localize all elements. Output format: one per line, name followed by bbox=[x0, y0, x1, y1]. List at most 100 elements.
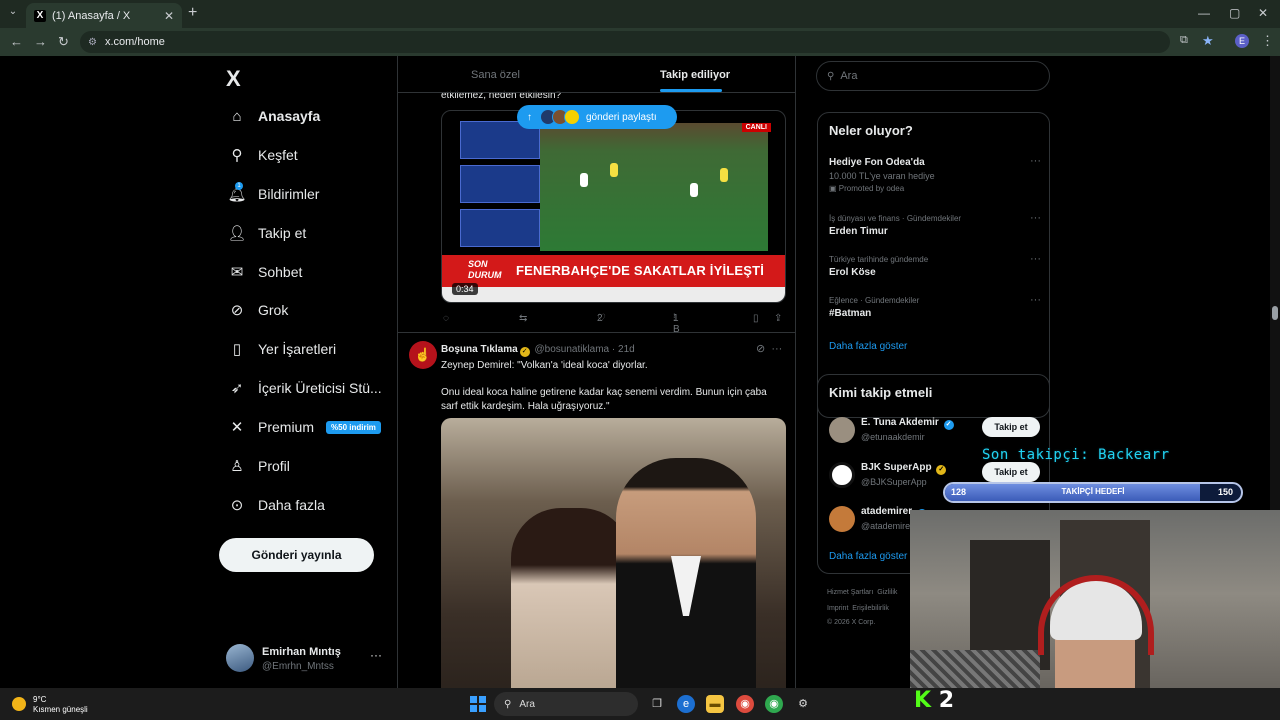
new-posts-pill[interactable]: ↑ gönderi paylaştı bbox=[517, 105, 677, 129]
add-user-icon: 👤︎ bbox=[227, 225, 247, 242]
nav-creator-studio[interactable]: ➶ İçerik Üreticisi Stü... bbox=[228, 375, 382, 401]
trend-item[interactable]: Hediye Fon Odea'da 10.000 TL'ye varan he… bbox=[829, 155, 1041, 193]
nav-follow[interactable]: 👤︎ Takip et bbox=[227, 220, 306, 246]
premium-discount-badge: %50 indirim bbox=[326, 420, 381, 434]
trend-item[interactable]: İş dünyası ve finans · Gündemdekiler Erd… bbox=[829, 212, 1041, 237]
cast-icon[interactable]: ⧉ bbox=[1180, 34, 1188, 47]
bookmark-icon[interactable]: ▯ bbox=[753, 313, 759, 324]
suggested-user[interactable]: E. Tuna Akdemir ✓ @etunaakdemir Takip et bbox=[829, 415, 1041, 445]
chrome-icon[interactable]: ◉ bbox=[736, 695, 754, 713]
account-switcher[interactable]: Emirhan Mıntış @Emrhn_Mntss ··· bbox=[226, 644, 386, 676]
nav-profile[interactable]: ♙ Profil bbox=[228, 453, 290, 479]
show-more-link[interactable]: Daha fazla göster bbox=[829, 551, 907, 562]
nav-more[interactable]: ⊙ Daha fazla bbox=[228, 492, 325, 518]
tab-following[interactable]: Takip ediliyor bbox=[660, 69, 730, 81]
browser-menu-icon[interactable]: ⋮ bbox=[1261, 33, 1274, 49]
tweet-time[interactable]: 21d bbox=[618, 344, 635, 355]
footer-link[interactable]: Imprint bbox=[827, 605, 848, 612]
file-explorer-icon[interactable]: ▬ bbox=[706, 695, 724, 713]
follow-button[interactable]: Takip et bbox=[982, 462, 1040, 482]
close-tab-icon[interactable]: ✕ bbox=[164, 9, 174, 23]
trend-item[interactable]: Türkiye tarihinde gündemde Erol Köse ··· bbox=[829, 253, 1041, 278]
promoted-label: ▣ Promoted by odea bbox=[829, 184, 905, 193]
tab-for-you[interactable]: Sana özel bbox=[471, 69, 520, 81]
grok-icon[interactable]: ⊘ bbox=[756, 343, 765, 355]
site-info-icon[interactable]: ⚙ bbox=[88, 37, 97, 48]
avatar[interactable]: ☝ bbox=[409, 341, 437, 369]
close-window-icon[interactable]: ✕ bbox=[1258, 6, 1268, 20]
retweet-icon[interactable]: ⇆ bbox=[519, 313, 527, 324]
nav-premium[interactable]: ✕ Premium %50 indirim bbox=[228, 414, 381, 440]
live-badge: CANLI bbox=[741, 123, 771, 132]
minimize-icon[interactable]: — bbox=[1198, 6, 1210, 20]
nav-label: Profil bbox=[258, 458, 290, 474]
more-icon[interactable]: ··· bbox=[1030, 294, 1041, 306]
timeline-tabs: Sana özel Takip ediliyor bbox=[398, 56, 795, 93]
address-bar[interactable]: ⚙ x.com/home bbox=[80, 31, 1170, 53]
author-name[interactable]: Boşuna Tıklama bbox=[441, 344, 518, 355]
taskbar-search[interactable]: ⚲ Ara bbox=[494, 692, 638, 716]
video-media[interactable]: CANLI SON DURUM FENERBAHÇE'DE SAKATLAR İ… bbox=[441, 110, 786, 303]
nav-label: Anasayfa bbox=[258, 108, 321, 124]
show-more-link[interactable]: Daha fazla göster bbox=[829, 341, 907, 352]
forward-icon[interactable]: → bbox=[34, 34, 47, 49]
trend-name: Erden Timur bbox=[829, 226, 888, 237]
footer-link[interactable]: Gizlilik bbox=[877, 589, 897, 596]
x-icon: ✕ bbox=[230, 419, 244, 436]
search-input[interactable]: ⚲ Ara bbox=[816, 61, 1050, 91]
profile-avatar[interactable]: E bbox=[1235, 34, 1249, 48]
nav-label: Premium bbox=[258, 419, 315, 435]
trend-item[interactable]: Eğlence · Gündemdekiler #Batman ··· bbox=[829, 294, 1041, 319]
nav-explore[interactable]: ⚲ Keşfet bbox=[228, 142, 298, 168]
user-handle: @etunaakdemir bbox=[861, 432, 925, 442]
browser-tab[interactable]: X (1) Anasayfa / X ✕ bbox=[26, 3, 182, 28]
nav-home[interactable]: ⌂ Anasayfa bbox=[228, 103, 320, 129]
nav-label: Daha fazla bbox=[258, 497, 325, 513]
tweet-actions: ◌ ⇆ ♡ 2 ⫶ 1 B ▯ ⇪ bbox=[441, 313, 786, 335]
follow-button[interactable]: Takip et bbox=[982, 417, 1040, 437]
author-handle[interactable]: @bosunatiklama bbox=[534, 344, 609, 355]
more-icon[interactable]: ··· bbox=[1030, 212, 1041, 224]
nav-grok[interactable]: ⊘ Grok bbox=[228, 297, 289, 323]
more-icon[interactable]: ··· bbox=[370, 648, 382, 662]
reload-icon[interactable]: ↻ bbox=[58, 34, 69, 50]
new-tab-icon[interactable]: + bbox=[188, 4, 197, 22]
footer-links: Imprint Erişilebilirlik bbox=[827, 605, 889, 612]
scrollbar-thumb[interactable] bbox=[1272, 306, 1278, 320]
nav-bookmarks[interactable]: ▯ Yer İşaretleri bbox=[228, 336, 336, 362]
user-handle: @BJKSuperApp bbox=[861, 477, 927, 487]
more-icon[interactable]: ··· bbox=[1030, 253, 1041, 265]
post-button[interactable]: Gönderi yayınla bbox=[219, 538, 374, 572]
trend-meta: Türkiye tarihinde gündemde bbox=[829, 255, 929, 264]
back-icon[interactable]: ← bbox=[10, 34, 23, 49]
player-figure bbox=[690, 183, 698, 197]
more-icon[interactable]: ··· bbox=[1030, 155, 1041, 167]
search-icon: ⚲ bbox=[504, 698, 512, 710]
share-icon[interactable]: ⇪ bbox=[774, 313, 782, 324]
kick-logo-icon: K bbox=[914, 688, 932, 713]
commentator-box bbox=[460, 165, 540, 203]
notification-badge: 1 bbox=[235, 182, 243, 190]
x-logo-icon[interactable]: X bbox=[226, 66, 241, 92]
nav-chat[interactable]: ✉ Sohbet bbox=[228, 259, 303, 285]
chrome-profile-icon[interactable]: ◉ bbox=[765, 695, 783, 713]
app-icon[interactable]: ⚙ bbox=[794, 695, 812, 713]
edge-icon[interactable]: e bbox=[677, 695, 695, 713]
weather-widget[interactable]: 9°C Kısmen güneşli bbox=[12, 694, 112, 716]
tab-search-icon[interactable]: ⌄ bbox=[6, 6, 20, 20]
footer-link[interactable]: Hizmet Şartları bbox=[827, 589, 873, 596]
more-icon[interactable]: ··· bbox=[771, 343, 782, 355]
browser-toolbar: ← → ↻ ⚙ x.com/home ⧉ ★ E ⋮ bbox=[0, 28, 1280, 56]
task-view-icon[interactable]: ❐ bbox=[648, 695, 666, 713]
tweet-header: Boşuna Tıklama ✓ @bosunatiklama · 21d bbox=[441, 344, 635, 357]
trend-meta: Eğlence · Gündemdekiler bbox=[829, 296, 920, 305]
reply-icon[interactable]: ◌ bbox=[443, 313, 449, 324]
maximize-icon[interactable]: ▢ bbox=[1229, 6, 1240, 20]
nav-notifications[interactable]: 🔔︎ 1 Bildirimler bbox=[227, 181, 319, 207]
footer-link[interactable]: Erişilebilirlik bbox=[852, 605, 889, 612]
timeline: Sana özel Takip ediliyor etkilemez, nede… bbox=[397, 56, 796, 688]
bookmark-star-icon[interactable]: ★ bbox=[1202, 33, 1214, 49]
verified-badge-icon: ✓ bbox=[943, 420, 954, 430]
photo-media[interactable] bbox=[441, 418, 786, 688]
windows-start-icon[interactable] bbox=[470, 696, 486, 712]
